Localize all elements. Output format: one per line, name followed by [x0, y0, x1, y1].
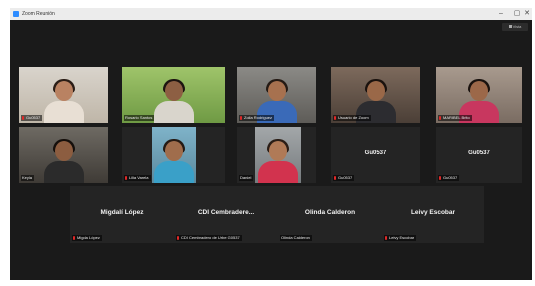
participant-tile[interactable]: Gu0537	[19, 67, 108, 123]
participant-tile[interactable]: Migdalí López Migda López	[70, 186, 174, 243]
participant-name: Gu0537	[26, 115, 41, 120]
participant-name-label: Rosario Santos	[124, 115, 155, 121]
participant-name-label: Gu0537	[21, 115, 43, 121]
participant-tile-active-speaker[interactable]: Rosario Santos	[122, 67, 225, 123]
participant-display-name: Olinda Calderon	[304, 209, 356, 216]
participant-display-name: CDI Cembradere...	[197, 209, 255, 216]
minimize-button[interactable]: –	[494, 8, 508, 20]
participant-tile[interactable]: Olinda Calderon Olinda Calderon	[278, 186, 382, 243]
participant-tile[interactable]: Lilia Varela	[122, 127, 225, 183]
participant-name-label: Usuario de Zoom	[333, 115, 371, 121]
zoom-app-icon	[13, 11, 19, 17]
participant-tile[interactable]: Gu0537 Gu0537	[436, 127, 522, 183]
muted-mic-icon	[439, 115, 441, 120]
participant-display-name: Migdalí López	[100, 209, 144, 216]
participant-name: Rosario Santos	[125, 115, 153, 120]
participant-display-name: Gu0537	[364, 150, 387, 156]
muted-mic-icon	[385, 235, 387, 240]
muted-mic-icon	[73, 235, 75, 240]
muted-mic-icon	[177, 235, 179, 240]
participant-figure	[258, 139, 298, 183]
participant-tile[interactable]: MARIBEL Brito	[436, 67, 522, 123]
muted-mic-icon	[125, 175, 127, 180]
zoom-meeting-window: Zoom Reunión – ▢ ✕ Vista Gu0537 Rosario …	[10, 8, 532, 280]
participant-name: Keyla	[22, 175, 33, 180]
muted-mic-icon	[334, 175, 336, 180]
participant-name: Gu0537	[443, 175, 458, 180]
participant-name-label: CDI Cembradero de Urbe G0537	[176, 235, 242, 241]
video-feed	[255, 127, 301, 183]
muted-mic-icon	[22, 115, 24, 120]
participant-name-label: Lilia Varela	[124, 175, 151, 181]
participant-display-name: Leivy Escobar	[410, 209, 456, 216]
participant-name: Olinda Calderon	[281, 235, 310, 240]
close-button[interactable]: ✕	[520, 8, 534, 20]
participant-tile[interactable]: Daniel	[237, 127, 316, 183]
participant-name-label: Keyla	[21, 175, 35, 181]
participant-name: Gu0537	[338, 175, 353, 180]
participant-name: Usuario de Zoom	[338, 115, 369, 120]
title-bar: Zoom Reunión – ▢ ✕	[10, 8, 532, 20]
participant-name: Lilia Varela	[129, 175, 149, 180]
video-feed	[152, 127, 196, 183]
participant-name: CDI Cembradero de Urbe G0537	[181, 235, 240, 240]
participant-name-label: MARIBEL Brito	[438, 115, 472, 121]
muted-mic-icon	[240, 115, 242, 120]
view-button-label: Vista	[512, 24, 522, 29]
participant-name: Zoila Rodriguez	[244, 115, 273, 120]
participant-tile[interactable]: CDI Cembradere... CDI Cembradero de Urbe…	[174, 186, 278, 243]
participant-name-label: Gu0537	[438, 175, 460, 181]
participant-name-label: Zoila Rodriguez	[239, 115, 275, 121]
window-title: Zoom Reunión	[22, 11, 55, 17]
participant-name: MARIBEL Brito	[443, 115, 470, 120]
participant-tile[interactable]: Zoila Rodriguez	[237, 67, 316, 123]
participant-name-label: Daniel	[239, 175, 254, 181]
participant-tile[interactable]: Leivy Escobar Leivy Escobar	[382, 186, 484, 243]
participant-name-label: Gu0537	[333, 175, 355, 181]
muted-mic-icon	[334, 115, 336, 120]
participant-display-name: Gu0537	[468, 150, 490, 156]
participant-figure	[43, 139, 84, 183]
participant-figure	[43, 79, 84, 123]
participant-tile[interactable]: Gu0537 Gu0537	[331, 127, 420, 183]
participant-figure	[153, 79, 194, 123]
participant-name-label: Olinda Calderon	[280, 235, 312, 241]
participant-name: Daniel	[240, 175, 252, 180]
participant-name-label: Leivy Escobar	[384, 235, 417, 241]
participant-name: Leivy Escobar	[389, 235, 415, 240]
muted-mic-icon	[439, 175, 441, 180]
participant-figure	[154, 139, 194, 183]
participant-name-label: Migda López	[72, 235, 102, 241]
view-button[interactable]: Vista	[502, 23, 528, 31]
participant-name: Migda López	[77, 235, 100, 240]
grid-view-icon	[508, 25, 512, 29]
participant-tile[interactable]: Usuario de Zoom	[331, 67, 420, 123]
participant-tile[interactable]: Keyla	[19, 127, 108, 183]
